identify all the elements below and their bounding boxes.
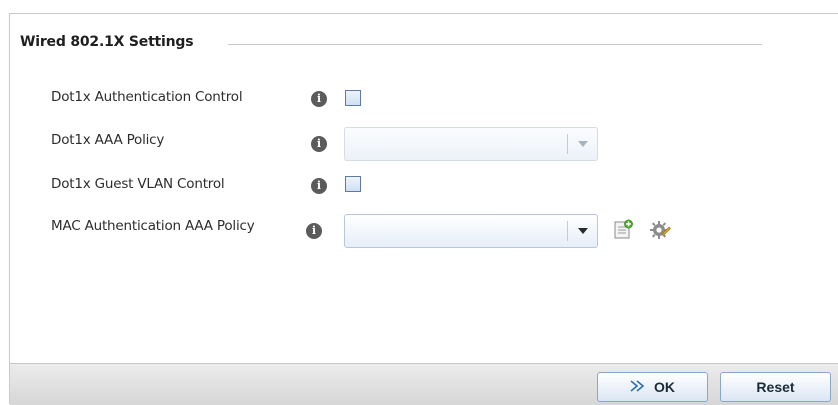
double-chevron-right-icon: [630, 379, 646, 395]
dot1x-guest-vlan-label: Dot1x Guest VLAN Control: [51, 176, 225, 192]
chevron-down-icon[interactable]: [572, 128, 594, 160]
info-icon[interactable]: i: [311, 91, 327, 107]
mac-auth-aaa-policy-select[interactable]: [344, 214, 598, 248]
create-policy-icon[interactable]: [614, 219, 634, 239]
info-icon[interactable]: i: [311, 178, 327, 194]
section-title: Wired 802.1X Settings: [20, 34, 194, 50]
reset-button-label: Reset: [756, 379, 795, 395]
select-divider: [567, 134, 568, 154]
edit-policy-icon[interactable]: [649, 219, 671, 239]
section-divider: [228, 44, 762, 45]
mac-auth-aaa-policy-label: MAC Authentication AAA Policy: [51, 218, 255, 234]
dot1x-guest-vlan-checkbox[interactable]: [345, 176, 361, 192]
dot1x-aaa-policy-label: Dot1x AAA Policy: [51, 132, 165, 148]
reset-button[interactable]: Reset: [720, 372, 831, 402]
settings-panel: [9, 13, 838, 404]
ok-button[interactable]: OK: [597, 372, 708, 402]
info-icon[interactable]: i: [306, 223, 322, 239]
info-icon[interactable]: i: [311, 136, 327, 152]
dot1x-auth-control-label: Dot1x Authentication Control: [51, 89, 243, 105]
select-divider: [567, 221, 568, 241]
dot1x-auth-control-checkbox[interactable]: [345, 90, 361, 106]
dot1x-aaa-policy-select[interactable]: [344, 127, 598, 161]
ok-button-label: OK: [654, 379, 675, 395]
footer-bar: [10, 363, 838, 405]
chevron-down-icon[interactable]: [572, 215, 594, 247]
